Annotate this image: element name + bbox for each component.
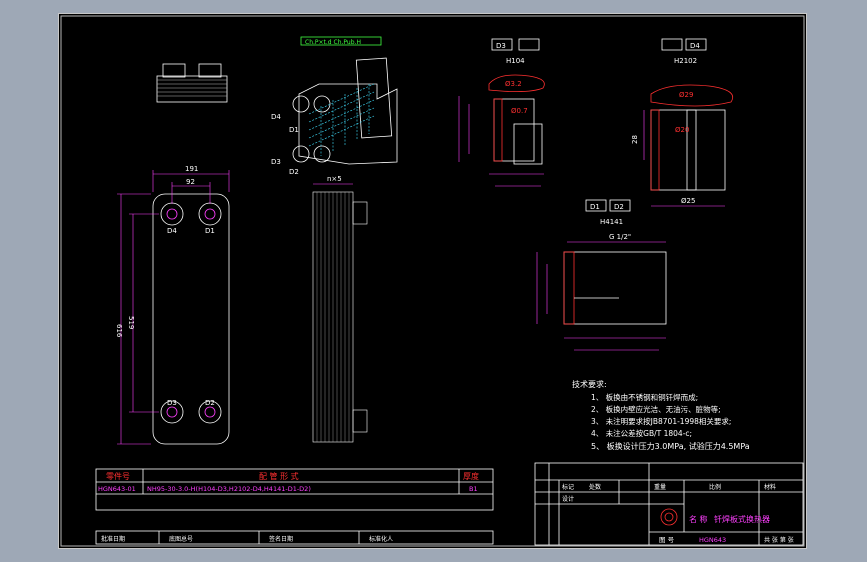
h2102-label: H2102 — [674, 57, 697, 65]
side-view — [312, 183, 368, 443]
h4141-tag-2: D2 — [614, 203, 624, 211]
h2102-tag-2: D4 — [690, 42, 700, 50]
h104-label: H104 — [506, 57, 525, 65]
iso-label-d1: D1 — [289, 126, 299, 134]
h2102-dim-d: 28 — [631, 135, 639, 144]
h4141-dim-a: G 1/2" — [609, 233, 631, 241]
drawing-sheet: Ch.P×t.d Ch.Pub.H D4 D1 D3 D2 191 92 616… — [58, 13, 807, 549]
h4141-label: H4141 — [600, 218, 623, 226]
front-port-d3: D3 — [167, 399, 177, 407]
h4141-detail — [536, 241, 667, 351]
bottom-cell-4: 标准化人 — [369, 535, 393, 543]
tech-req-2: 2、 板换内壁应光洁、无油污、脏物等; — [591, 404, 721, 414]
bottom-cell-3: 签名日期 — [269, 535, 293, 543]
h104-tag-1: D3 — [496, 42, 506, 50]
bottom-cell-1: 批准日期 — [101, 535, 125, 543]
side-dim: n×5 — [327, 175, 342, 183]
tb-no: HGN643 — [699, 536, 726, 544]
top-note: Ch.P×t.d Ch.Pub.H — [305, 39, 361, 46]
iso-label-d4: D4 — [271, 113, 281, 121]
tb-material: 材料 — [764, 483, 776, 491]
tech-req-5: 5、 板换设计压力3.0MPa, 试验压力4.5MPa — [591, 441, 750, 451]
tb-label-2: 处数 — [589, 483, 601, 491]
h104-dim-b: Ø0.7 — [511, 107, 528, 115]
tb-label-1: 标记 — [562, 483, 574, 491]
front-port-d1: D1 — [205, 227, 215, 235]
h4141-tag-1: D1 — [590, 203, 600, 211]
table-thick: B1 — [469, 485, 478, 493]
table-header-thick: 厚度 — [463, 471, 479, 481]
h104-detail — [458, 74, 545, 187]
tech-req-title: 技术要求: — [572, 379, 607, 389]
top-view — [156, 63, 228, 103]
dim-height: 616 — [115, 324, 123, 338]
tb-scale: 比例 — [709, 483, 721, 491]
tech-req-4: 4、 未注公差按GB/T 1804-c; — [591, 428, 692, 438]
bottom-cell-2: 底图总号 — [169, 535, 193, 543]
table-header-form: 配 管 形 式 — [259, 471, 299, 481]
h2102-dim-c: Ø25 — [681, 197, 695, 205]
h2102-dim-b: Ø20 — [675, 126, 689, 134]
h104-dim-a: Ø3.2 — [505, 80, 522, 88]
table-form: NH95-30-3.0-H(H104-D3,H2102-D4,H4141-D1-… — [147, 485, 311, 493]
tb-no-label: 图 号 — [659, 536, 675, 544]
tb-sheet: 共 张 第 张 — [764, 536, 794, 544]
cad-drawing: Ch.P×t.d Ch.Pub.H D4 D1 D3 D2 191 92 616… — [60, 15, 805, 547]
table-header-part: 零件号 — [106, 471, 130, 481]
h2102-detail — [643, 84, 734, 207]
isometric-view — [292, 57, 398, 165]
tb-cell-design: 设计 — [562, 495, 574, 503]
h2102-dim-a: Ø29 — [679, 91, 693, 99]
tb-name-label: 名 称 — [689, 514, 708, 524]
dim-width: 191 — [185, 165, 198, 173]
front-port-d2: D2 — [205, 399, 215, 407]
tech-req-1: 1、 板换由不锈钢和铜钎焊而成; — [591, 392, 698, 402]
title-block — [534, 462, 804, 546]
tech-req-3: 3、 未注明要求按JB8701-1998相关要求; — [591, 416, 731, 426]
company-logo — [660, 508, 678, 526]
tb-name: 钎焊板式换热器 — [714, 514, 770, 524]
tb-weight: 重量 — [654, 483, 666, 491]
iso-label-d2: D2 — [289, 168, 299, 176]
front-port-d4: D4 — [167, 227, 177, 235]
iso-label-d3: D3 — [271, 158, 281, 166]
dim-inner: 92 — [186, 178, 195, 186]
table-part-no: HGN643-01 — [98, 485, 136, 493]
dim-inner-height: 519 — [127, 316, 135, 329]
